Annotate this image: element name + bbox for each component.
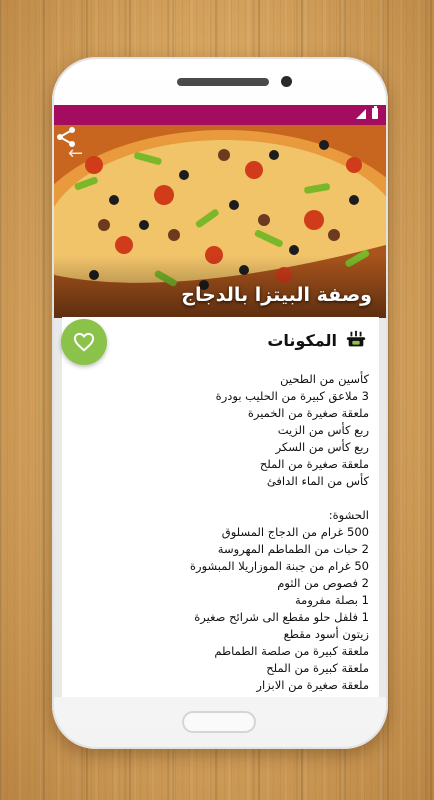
list-item: 500 غرام من الدجاج المسلوق	[221, 525, 369, 539]
ingredients-card: المكونات كأسين من الطحين 3 ملاعق كبيرة م…	[62, 317, 379, 697]
signal-icon	[356, 108, 366, 119]
list-item: ملعقة كبيرة من صلصة الطماطم	[214, 644, 369, 658]
recipe-hero-image: ← وصفة البيتزا بالدجاج	[54, 125, 386, 318]
phone-speaker	[177, 78, 269, 86]
recipe-title: وصفة البيتزا بالدجاج	[181, 284, 372, 306]
share-icon[interactable]	[54, 125, 78, 149]
list-item: كأس من الماء الدافئ	[266, 474, 369, 488]
list-item: 1 بصلة مفرومة	[295, 593, 369, 607]
list-item: 3 ملاعق كبيرة من الحليب بودرة	[215, 389, 369, 403]
list-item: 2 فصوص من الثوم	[277, 576, 369, 590]
list-item: كأسين من الطحين	[280, 372, 369, 386]
battery-icon	[372, 106, 378, 119]
phone-camera	[281, 76, 292, 87]
list-item: ربع كأس من السكر	[275, 440, 369, 454]
ingredients-heading: المكونات	[267, 330, 337, 350]
list-item: زيتون أسود مقطع	[283, 627, 369, 641]
list-item: ملعقة كبيرة من الملح	[266, 661, 369, 675]
list-item: 2 حبات من الطماطم المهروسة	[217, 542, 369, 556]
list-item: ملعقة صغيرة من الابزار	[256, 678, 369, 692]
list-item: ملعقة صغيرة من الخميرة	[247, 406, 369, 420]
list-item: ملعقة صغيرة من الملح	[259, 457, 369, 471]
filling-heading: الحشوة:	[328, 508, 369, 522]
list-item: 50 غرام من جبنة الموزاريلا المبشورة	[190, 559, 369, 573]
app-screen: ← وصفة البيتزا بالدجاج المكونات كأسين من…	[54, 105, 386, 697]
ingredients-text: كأسين من الطحين 3 ملاعق كبيرة من الحليب …	[69, 371, 369, 694]
heart-outline-icon	[73, 332, 95, 352]
cooking-pot-icon	[346, 330, 366, 347]
phone-frame: ← وصفة البيتزا بالدجاج المكونات كأسين من…	[52, 57, 388, 749]
ingredients-header: المكونات	[267, 329, 367, 351]
list-item: ربع كأس من الزيت	[277, 423, 369, 437]
favorite-button[interactable]	[61, 319, 107, 365]
status-bar	[54, 105, 386, 125]
home-button[interactable]	[182, 711, 256, 733]
list-item: 1 فلفل حلو مقطع الى شرائح صغيرة	[194, 610, 369, 624]
